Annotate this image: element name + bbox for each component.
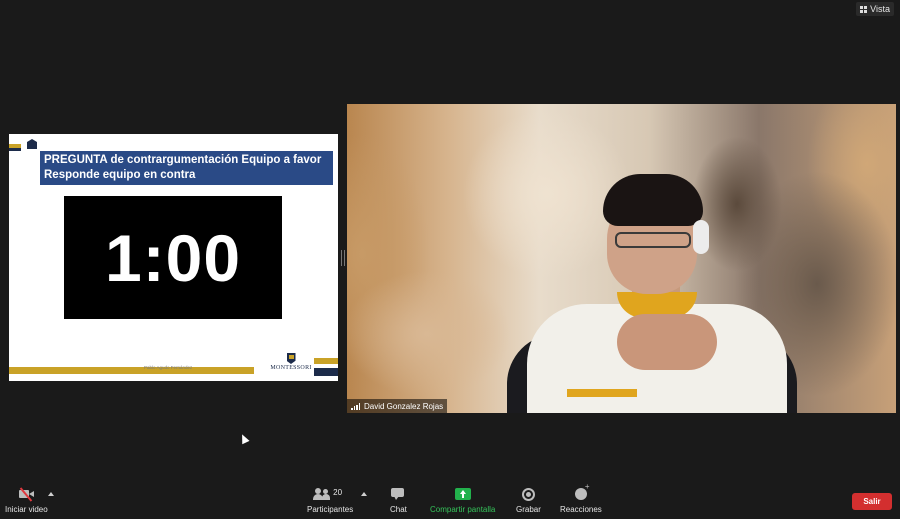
split-resize-handle[interactable] [341, 250, 345, 266]
participants-options-caret-icon[interactable] [361, 492, 367, 496]
view-button-label: Vista [870, 4, 890, 14]
shared-screen: PREGUNTA de contrargumentación Equipo a … [9, 134, 338, 381]
slide-header-line1: PREGUNTA de contrargumentación Equipo a … [44, 154, 322, 166]
slide-top-stripe-navy [9, 148, 21, 151]
signal-icon [351, 402, 360, 410]
reactions-button[interactable]: Reacciones [560, 482, 602, 514]
montessori-logo: MONTESSORI [270, 353, 312, 379]
leave-button[interactable]: Salir [852, 493, 892, 510]
participant-name-tag: David Gonzalez Rojas [347, 399, 448, 413]
countdown-timer: 1:00 [64, 196, 282, 319]
slide-footer-text: Pablo Agudo Fernández [144, 365, 193, 370]
slide-header-line2: Responde equipo en contra [44, 169, 196, 181]
start-video-label: Iniciar video [5, 505, 48, 514]
chat-button[interactable]: Chat [390, 488, 407, 514]
logo-text: MONTESSORI [270, 365, 312, 371]
meeting-window: Vista PREGUNTA de contrargumentación Equ… [0, 0, 900, 519]
slide-corner-bars [314, 358, 338, 376]
people-icon: 20 [313, 488, 347, 500]
grid-icon [860, 5, 868, 13]
record-button[interactable]: Grabar [516, 488, 541, 514]
participant-video[interactable]: David Gonzalez Rojas [347, 104, 896, 413]
share-screen-label: Compartir pantalla [430, 505, 496, 514]
mouse-cursor-icon [238, 432, 250, 445]
participant-image [507, 174, 797, 413]
slide-footer-bar [9, 367, 254, 374]
chat-icon [390, 488, 406, 500]
slide-header: PREGUNTA de contrargumentación Equipo a … [40, 151, 333, 185]
share-screen-button[interactable]: Compartir pantalla [430, 488, 495, 514]
participants-label: Participantes [307, 505, 354, 514]
participants-button[interactable]: 20 Participantes [307, 488, 353, 514]
participant-name: David Gonzalez Rojas [364, 401, 444, 411]
video-off-icon [18, 487, 35, 502]
start-video-button[interactable]: Iniciar video [5, 487, 48, 514]
reaction-icon [574, 482, 590, 500]
meeting-toolbar: Iniciar video 20 Participantes Chat Comp… [0, 482, 900, 519]
record-label: Grabar [516, 505, 541, 514]
chat-label: Chat [390, 505, 407, 514]
share-screen-icon [454, 488, 471, 500]
shield-icon [286, 353, 296, 364]
reactions-label: Reacciones [560, 505, 602, 514]
view-button[interactable]: Vista [856, 2, 894, 16]
slide-mini-logo-icon [27, 139, 37, 149]
participants-count: 20 [333, 488, 343, 497]
record-icon [521, 488, 535, 501]
video-options-caret-icon[interactable] [48, 492, 54, 496]
